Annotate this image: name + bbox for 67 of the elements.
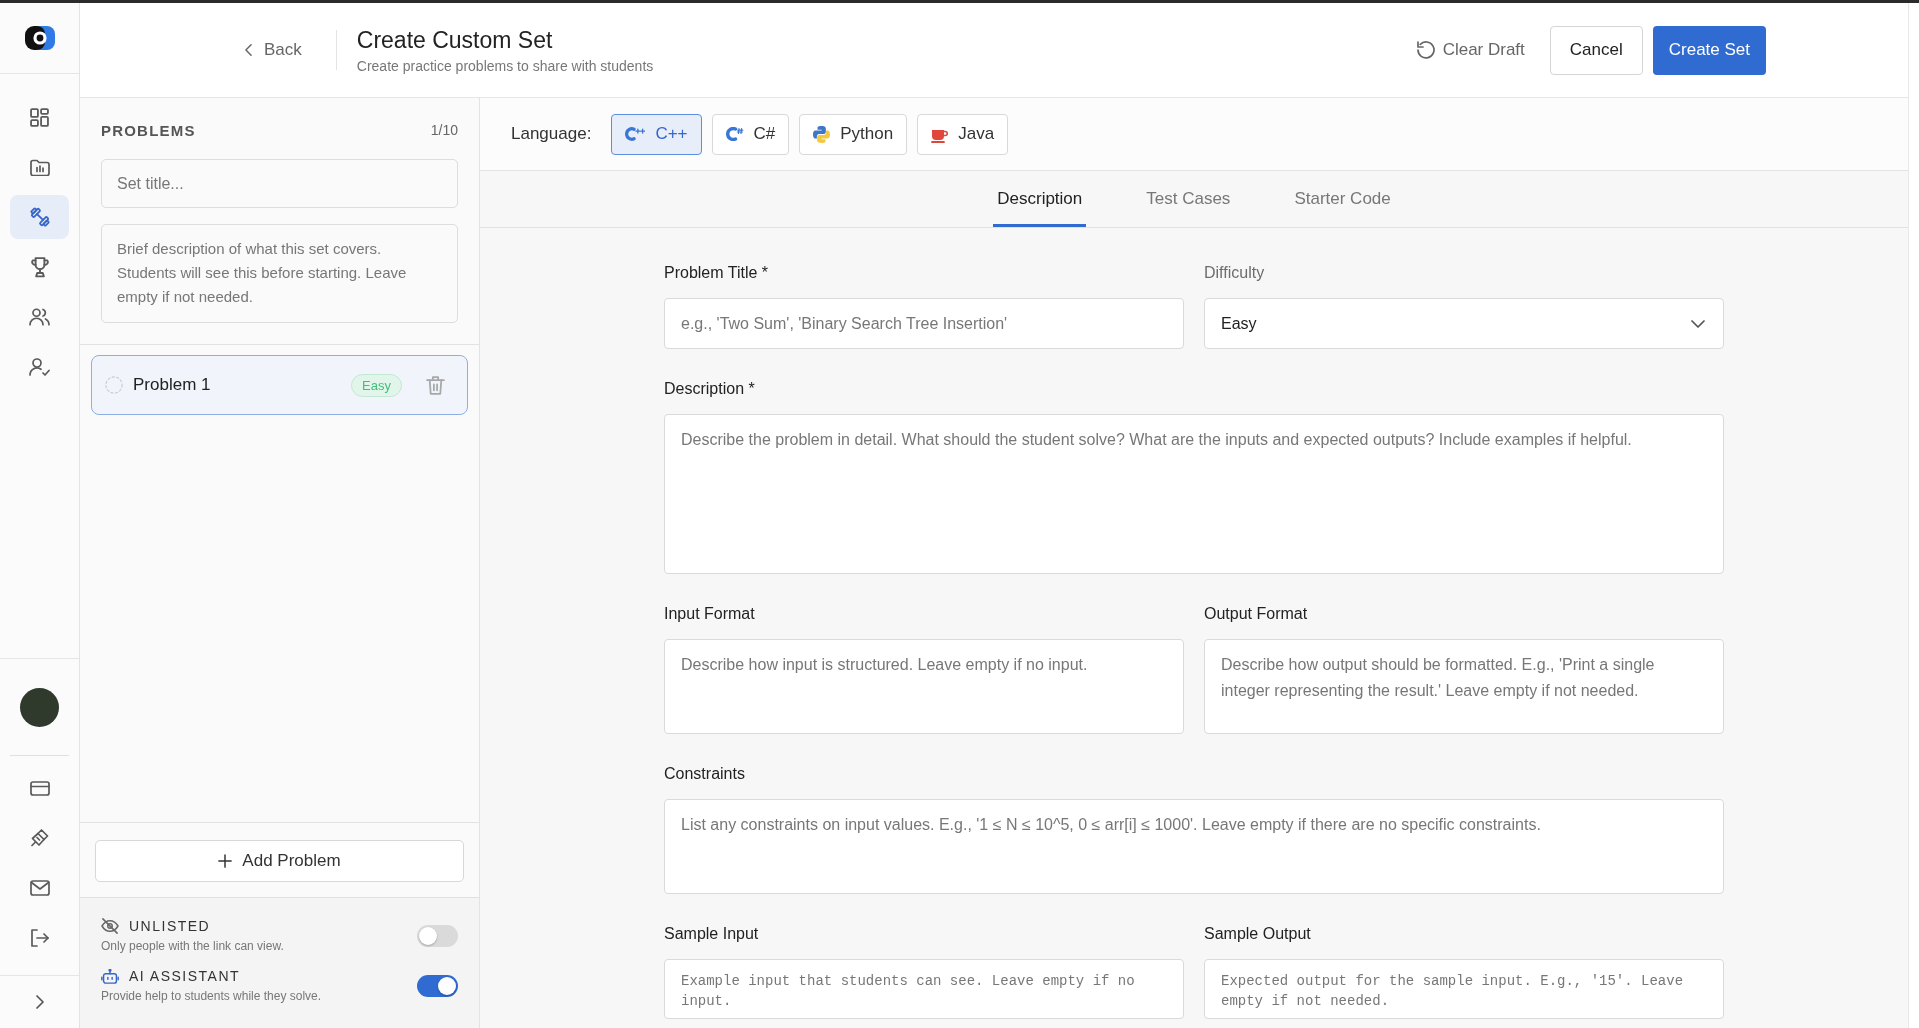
text-area[interactable]: List any constraints on input values. E.g., '1 ≤ N ≤ 10^5, 0 ≤ arr[i] ≤ 1000'. Leave empty if there are no specific constraints. bbox=[664, 799, 1724, 894]
dumbbell-icon bbox=[29, 207, 50, 227]
reset-icon bbox=[1416, 41, 1435, 59]
title-input[interactable]: Set title... bbox=[101, 159, 458, 208]
tab[interactable]: Test Cases bbox=[1142, 171, 1235, 227]
tab[interactable]: Starter Code bbox=[1290, 171, 1395, 227]
chevron-down-icon bbox=[1691, 319, 1705, 328]
field-label: Sample Input bbox=[664, 924, 759, 944]
robot-icon bbox=[101, 968, 119, 984]
tab[interactable]: Description bbox=[993, 171, 1087, 227]
language-option[interactable]: Java bbox=[917, 113, 1009, 155]
code-input-area[interactable]: Example input that students can see. Leave empty if no input. bbox=[664, 959, 1184, 1019]
code-input-area[interactable]: Expected output for the sample input. E.g., '15'. Leave empty if not needed. bbox=[1204, 959, 1724, 1019]
problem-count: 1/10 bbox=[430, 122, 458, 138]
toggle-switch[interactable] bbox=[417, 924, 458, 947]
page-title: Create Custom Set bbox=[356, 26, 554, 54]
plus-icon bbox=[218, 854, 233, 868]
text-input[interactable]: e.g., 'Two Sum', 'Binary Search Tree Insertion' bbox=[664, 298, 1184, 349]
field-label: Description * bbox=[664, 379, 755, 399]
setting-label: UNLISTED bbox=[129, 918, 211, 934]
avatar-icon[interactable] bbox=[20, 687, 59, 727]
field-label: Input Format bbox=[664, 604, 755, 624]
description-input[interactable]: Brief description of what this set covers. Students will see this before starting. Leave empty if not needed. bbox=[101, 224, 458, 323]
csharp-logo-icon bbox=[725, 127, 744, 141]
back-link[interactable]: Back bbox=[245, 40, 302, 60]
trophy-icon bbox=[30, 256, 49, 278]
nav-button[interactable] bbox=[10, 195, 69, 239]
grid-icon bbox=[30, 107, 49, 127]
text-area[interactable]: Describe how output should be formatted. E.g., 'Print a single integer representing the result.' Leave empty if not needed. bbox=[1204, 639, 1724, 734]
logo-icon bbox=[24, 26, 55, 50]
chevron-left-icon bbox=[245, 44, 252, 56]
text-area[interactable]: Describe the problem in detail. What should the student solve? What are the inputs and expected outputs? Include examples if helpful. bbox=[664, 414, 1724, 574]
brush-icon bbox=[30, 828, 49, 848]
chevron-right-icon[interactable] bbox=[35, 995, 44, 1009]
python-logo-icon bbox=[813, 125, 831, 143]
setting-description: Only people with the link can view. bbox=[101, 939, 285, 953]
panel-heading: PROBLEMS bbox=[101, 121, 196, 139]
problem-title: Problem 1 bbox=[133, 375, 212, 395]
toggle-switch[interactable] bbox=[417, 974, 458, 997]
language-option[interactable]: C++ bbox=[611, 113, 702, 155]
page-subtitle: Create practice problems to share with students bbox=[356, 58, 654, 74]
language-option[interactable]: Python bbox=[799, 113, 908, 155]
cpp-logo-icon bbox=[625, 127, 646, 141]
clear-draft-button[interactable]: Clear Draft bbox=[1416, 40, 1525, 60]
field-label: Constraints bbox=[664, 764, 745, 784]
language-option[interactable]: C# bbox=[711, 113, 790, 155]
mail-icon bbox=[29, 880, 50, 896]
cancel-button[interactable]: Cancel bbox=[1549, 25, 1643, 75]
setting-description: Provide help to students while they solve. bbox=[101, 989, 323, 1003]
field-label: Sample Output bbox=[1204, 924, 1311, 944]
difficulty-badge: Easy bbox=[351, 373, 402, 397]
folder-chart-icon bbox=[29, 158, 50, 176]
add-problem-button[interactable]: Add Problem bbox=[95, 840, 464, 882]
field-label: Difficulty bbox=[1204, 263, 1265, 283]
create-set-button[interactable]: Create Set bbox=[1652, 25, 1766, 75]
eye-off-icon bbox=[101, 918, 119, 934]
field-label: Problem Title * bbox=[664, 263, 769, 283]
logout-icon bbox=[30, 929, 49, 947]
dropdown-select[interactable]: Easy bbox=[1204, 298, 1724, 349]
user-check-icon bbox=[29, 358, 50, 376]
language-label: Language: bbox=[511, 124, 592, 144]
problem-list-item[interactable]: Problem 1 Easy bbox=[91, 355, 468, 415]
text-area[interactable]: Describe how input is structured. Leave empty if no input. bbox=[664, 639, 1184, 734]
users-icon bbox=[29, 308, 50, 326]
credit-card-icon bbox=[29, 780, 50, 796]
setting-label: AI ASSISTANT bbox=[129, 968, 241, 984]
field-label: Output Format bbox=[1204, 604, 1308, 624]
